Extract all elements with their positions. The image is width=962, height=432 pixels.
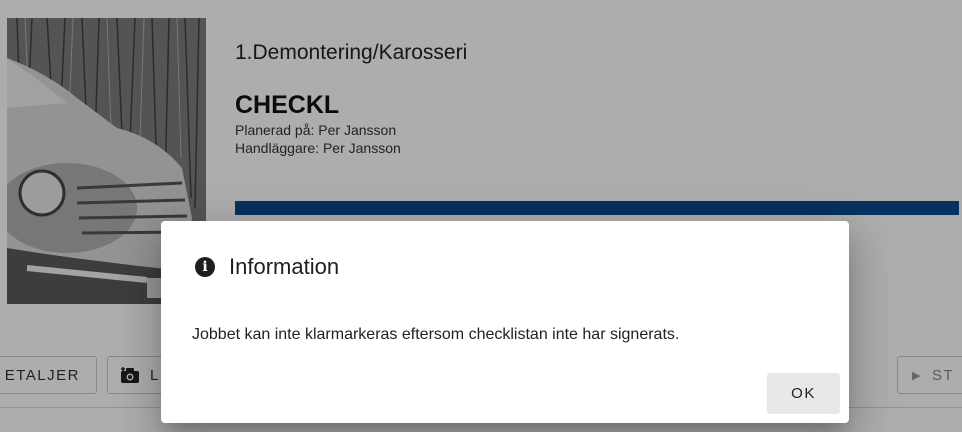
ok-button[interactable]: OK bbox=[767, 373, 840, 414]
info-icon: i bbox=[195, 257, 215, 277]
dialog-message: Jobbet kan inte klarmarkeras eftersom ch… bbox=[192, 326, 680, 343]
app: 1.Demontering/Karosseri CHECKL Planerad … bbox=[0, 0, 962, 432]
dialog-header: i Information bbox=[195, 254, 339, 280]
information-dialog: i Information Jobbet kan inte klarmarker… bbox=[161, 221, 849, 423]
dialog-title: Information bbox=[229, 254, 340, 279]
